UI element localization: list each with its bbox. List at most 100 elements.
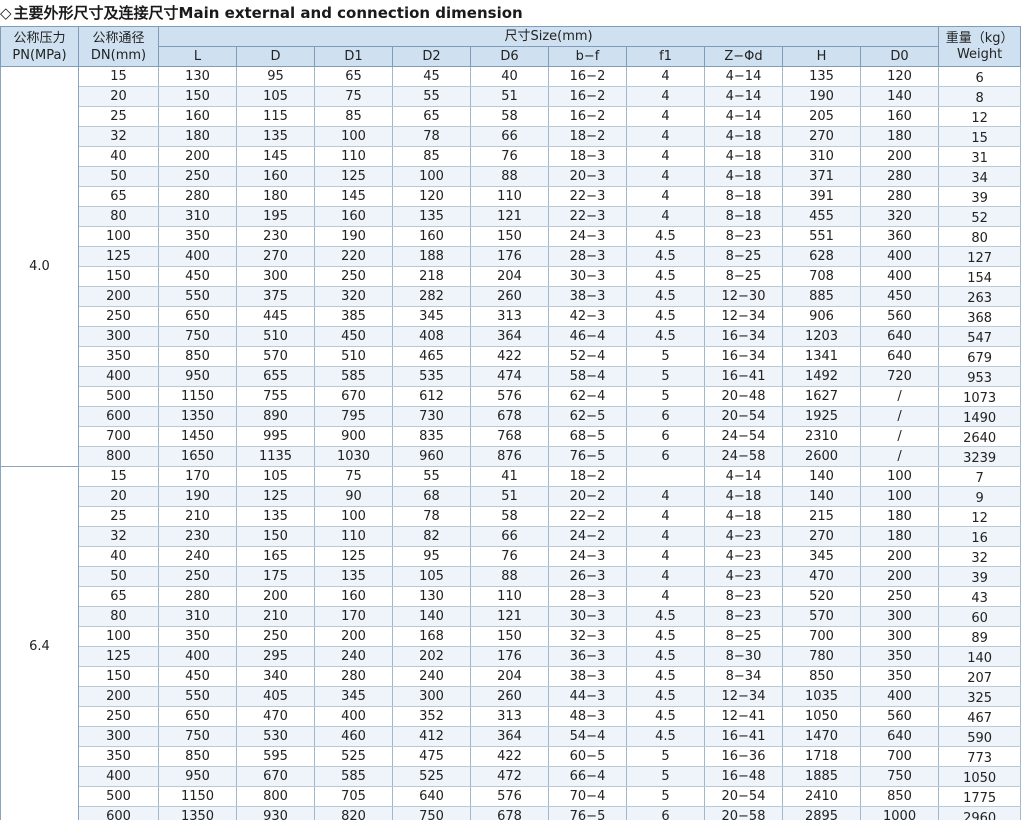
dimension-cell: 8−23 xyxy=(704,226,783,247)
dimension-cell: 750 xyxy=(158,726,237,747)
dimension-cell: 313 xyxy=(470,306,549,327)
dimension-cell: 352 xyxy=(392,706,471,727)
dimension-cell: 780 xyxy=(782,646,861,667)
dimension-cell: 16−2 xyxy=(548,66,627,87)
dimension-cell: 1135 xyxy=(236,446,315,467)
table-row: 300 750 510 450 408 364 46−4 4.5 16−34 1203 640 547 xyxy=(1,326,1022,347)
table-row: 80 310 210 170 140 121 30−3 4.5 8−23 570 300 60 xyxy=(1,606,1022,627)
col-header-h: H xyxy=(782,46,861,67)
dimension-cell: 8−18 xyxy=(704,186,783,207)
table-row: 500 1150 755 670 612 576 62−4 5 20−48 1627/1073 xyxy=(1,386,1022,407)
dimension-cell: 66 xyxy=(470,526,549,547)
weight-cell: 368 xyxy=(938,306,1022,327)
dimension-cell: 850 xyxy=(158,346,237,367)
dn-cell: 100 xyxy=(78,626,159,647)
dimension-cell: 2895 xyxy=(782,806,861,820)
weight-cell: 7 xyxy=(938,466,1022,487)
dimension-cell: 350 xyxy=(158,226,237,247)
dimension-cell: 176 xyxy=(470,246,549,267)
dimension-cell: 205 xyxy=(782,106,861,127)
dimension-cell: 160 xyxy=(314,206,393,227)
dimension-cell: 240 xyxy=(392,666,471,687)
dimension-cell: 535 xyxy=(392,366,471,387)
dimension-cell: 140 xyxy=(782,466,861,487)
table-row: 250 650 470 400 352 313 48−3 4.5 12−41 1050 560 467 xyxy=(1,706,1022,727)
dimension-cell: 82 xyxy=(392,526,471,547)
section-title: 主要外形尺寸及连接尺寸Main external and connection … xyxy=(13,4,523,22)
dimension-cell: 6 xyxy=(626,446,705,467)
dimension-cell: 300 xyxy=(859,606,940,627)
dimension-cell: 2310 xyxy=(782,426,861,447)
dn-cell: 15 xyxy=(78,466,159,487)
dimension-cell: 180 xyxy=(859,526,940,547)
dimension-cell: 200 xyxy=(859,566,940,587)
dimension-cell: 6 xyxy=(626,806,705,820)
col-header-f1: f1 xyxy=(626,46,705,67)
table-row: 350 850 570 510 465 422 52−4 5 16−34 1341 640 679 xyxy=(1,346,1022,367)
diamond-bullet-icon: ◇ xyxy=(0,4,12,22)
dimension-cell: 950 xyxy=(158,766,237,787)
weight-cell: 39 xyxy=(938,186,1022,207)
dimension-cell: 640 xyxy=(859,346,940,367)
dimension-cell: 160 xyxy=(859,106,940,127)
dimension-cell: 6 xyxy=(626,426,705,447)
dimension-cell: 121 xyxy=(470,206,549,227)
dimension-cell: 51 xyxy=(470,86,549,107)
dn-cell: 200 xyxy=(78,286,159,307)
dimension-cell: 885 xyxy=(782,286,861,307)
dimension-cell: 8−25 xyxy=(704,626,783,647)
dimension-cell: 890 xyxy=(236,406,315,427)
dimension-cell: 1150 xyxy=(158,786,237,807)
dimension-cell: 130 xyxy=(158,66,237,87)
dimension-cell: 4.5 xyxy=(626,246,705,267)
dimension-cell: 115 xyxy=(236,106,315,127)
dimension-cell: 450 xyxy=(314,326,393,347)
dimension-cell: 4−14 xyxy=(704,106,783,127)
dimension-cell: 4−18 xyxy=(704,166,783,187)
dn-header-en: DN(mm) xyxy=(90,47,147,63)
dimension-cell: 320 xyxy=(314,286,393,307)
dimension-cell: 55 xyxy=(392,466,471,487)
dimension-cell: 110 xyxy=(470,186,549,207)
dimension-cell: 88 xyxy=(470,166,549,187)
dimension-cell: 160 xyxy=(392,226,471,247)
dimension-cell: 41 xyxy=(470,466,549,487)
weight-cell: 32 xyxy=(938,546,1022,567)
dn-cell: 50 xyxy=(78,566,159,587)
dimension-cell: 5 xyxy=(626,786,705,807)
dimension-cell: 560 xyxy=(859,306,940,327)
dimension-cell: 90 xyxy=(314,486,393,507)
dimension-cell: 300 xyxy=(392,686,471,707)
pn-header: 公称压力 PN(MPa) xyxy=(0,26,79,67)
dimension-cell: 52−4 xyxy=(548,346,627,367)
dimension-cell: 1000 xyxy=(859,806,940,820)
dimension-cell: 280 xyxy=(158,186,237,207)
dimension-cell: 54−4 xyxy=(548,726,627,747)
dimension-cell: 218 xyxy=(392,266,471,287)
dimension-cell: 140 xyxy=(782,486,861,507)
dimension-cell: 906 xyxy=(782,306,861,327)
col-header-d2: D2 xyxy=(392,46,471,67)
dimension-cell: 100 xyxy=(859,486,940,507)
dimension-cell: 375 xyxy=(236,286,315,307)
weight-cell: 679 xyxy=(938,346,1022,367)
dimension-cell: 455 xyxy=(782,206,861,227)
dimension-cell: 750 xyxy=(392,806,471,820)
dn-header: 公称通径 DN(mm) xyxy=(78,26,159,67)
weight-cell: 467 xyxy=(938,706,1022,727)
dimension-cell: 150 xyxy=(470,626,549,647)
weight-cell: 140 xyxy=(938,646,1022,667)
dimension-cell: 28−3 xyxy=(548,246,627,267)
dimension-cell: 65 xyxy=(392,106,471,127)
dimension-cell: 450 xyxy=(158,266,237,287)
dimension-cell: 408 xyxy=(392,326,471,347)
dimension-cell: 8−30 xyxy=(704,646,783,667)
dimension-cell: 4 xyxy=(626,146,705,167)
dn-cell: 40 xyxy=(78,546,159,567)
dimension-cell: 730 xyxy=(392,406,471,427)
dn-cell: 32 xyxy=(78,126,159,147)
dimension-cell: 135 xyxy=(782,66,861,87)
dimension-cell: 310 xyxy=(158,606,237,627)
dn-cell: 65 xyxy=(78,186,159,207)
dimension-cell: 210 xyxy=(158,506,237,527)
